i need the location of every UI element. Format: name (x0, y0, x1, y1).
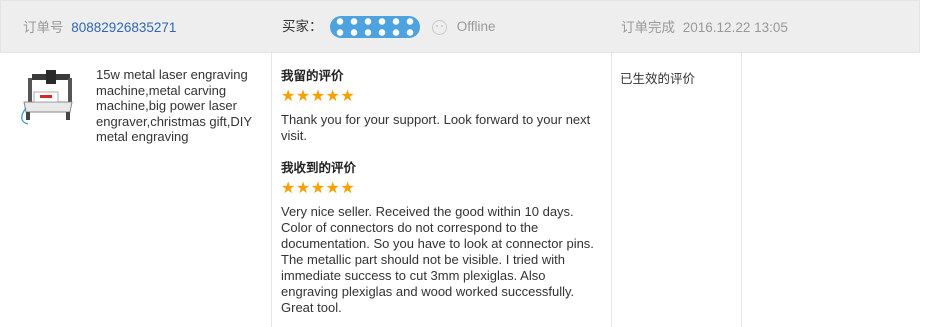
star-icon: ★ (340, 88, 356, 105)
star-icon: ★ (310, 180, 326, 197)
star-icon: ★ (295, 180, 311, 197)
column-divider (271, 53, 272, 327)
order-complete-time: 2016.12.22 13:05 (682, 20, 788, 35)
received-review-text: Very nice seller. Received the good with… (281, 204, 594, 315)
offline-status-icon (432, 19, 448, 35)
order-complete-label: 订单完成 (621, 20, 675, 35)
my-review-star-rating: ★★★★★ (281, 88, 601, 105)
star-icon: ★ (310, 88, 326, 105)
star-icon: ★ (325, 180, 341, 197)
order-header: 订单号 80882926835271 买家： Offline 订单完成 2016… (0, 0, 920, 53)
my-review-text: Thank you for your support. Look forward… (281, 112, 591, 143)
my-review: 我留的评价 ★★★★★ Thank you for your support. … (281, 68, 601, 144)
order-number-link[interactable]: 80882926835271 (71, 20, 176, 35)
column-divider (611, 53, 612, 327)
received-review-star-rating: ★★★★★ (281, 180, 601, 197)
star-icon: ★ (325, 88, 341, 105)
review-status: 已生效的评价 (620, 71, 696, 86)
buyer-row: 买家： Offline (282, 16, 496, 38)
column-divider (741, 53, 742, 327)
order-complete-row: 订单完成 2016.12.22 13:05 (621, 19, 788, 37)
order-number-row: 订单号 80882926835271 (23, 19, 176, 37)
star-icon: ★ (295, 88, 311, 105)
laser-engraver-image[interactable] (18, 68, 74, 128)
star-icon: ★ (340, 180, 356, 197)
buyer-label: 买家： (282, 19, 323, 34)
product-title[interactable]: 15w metal laser engraving machine,metal … (96, 67, 268, 145)
star-icon: ★ (281, 180, 296, 197)
star-icon: ★ (281, 88, 296, 105)
my-review-heading: 我留的评价 (281, 68, 344, 83)
received-review-heading: 我收到的评价 (281, 160, 357, 175)
buyer-name-mask[interactable] (330, 16, 421, 38)
received-review: 我收到的评价 ★★★★★ Very nice seller. Received … (281, 160, 601, 316)
buyer-status: Offline (456, 19, 496, 34)
order-number-label: 订单号 (23, 20, 64, 35)
